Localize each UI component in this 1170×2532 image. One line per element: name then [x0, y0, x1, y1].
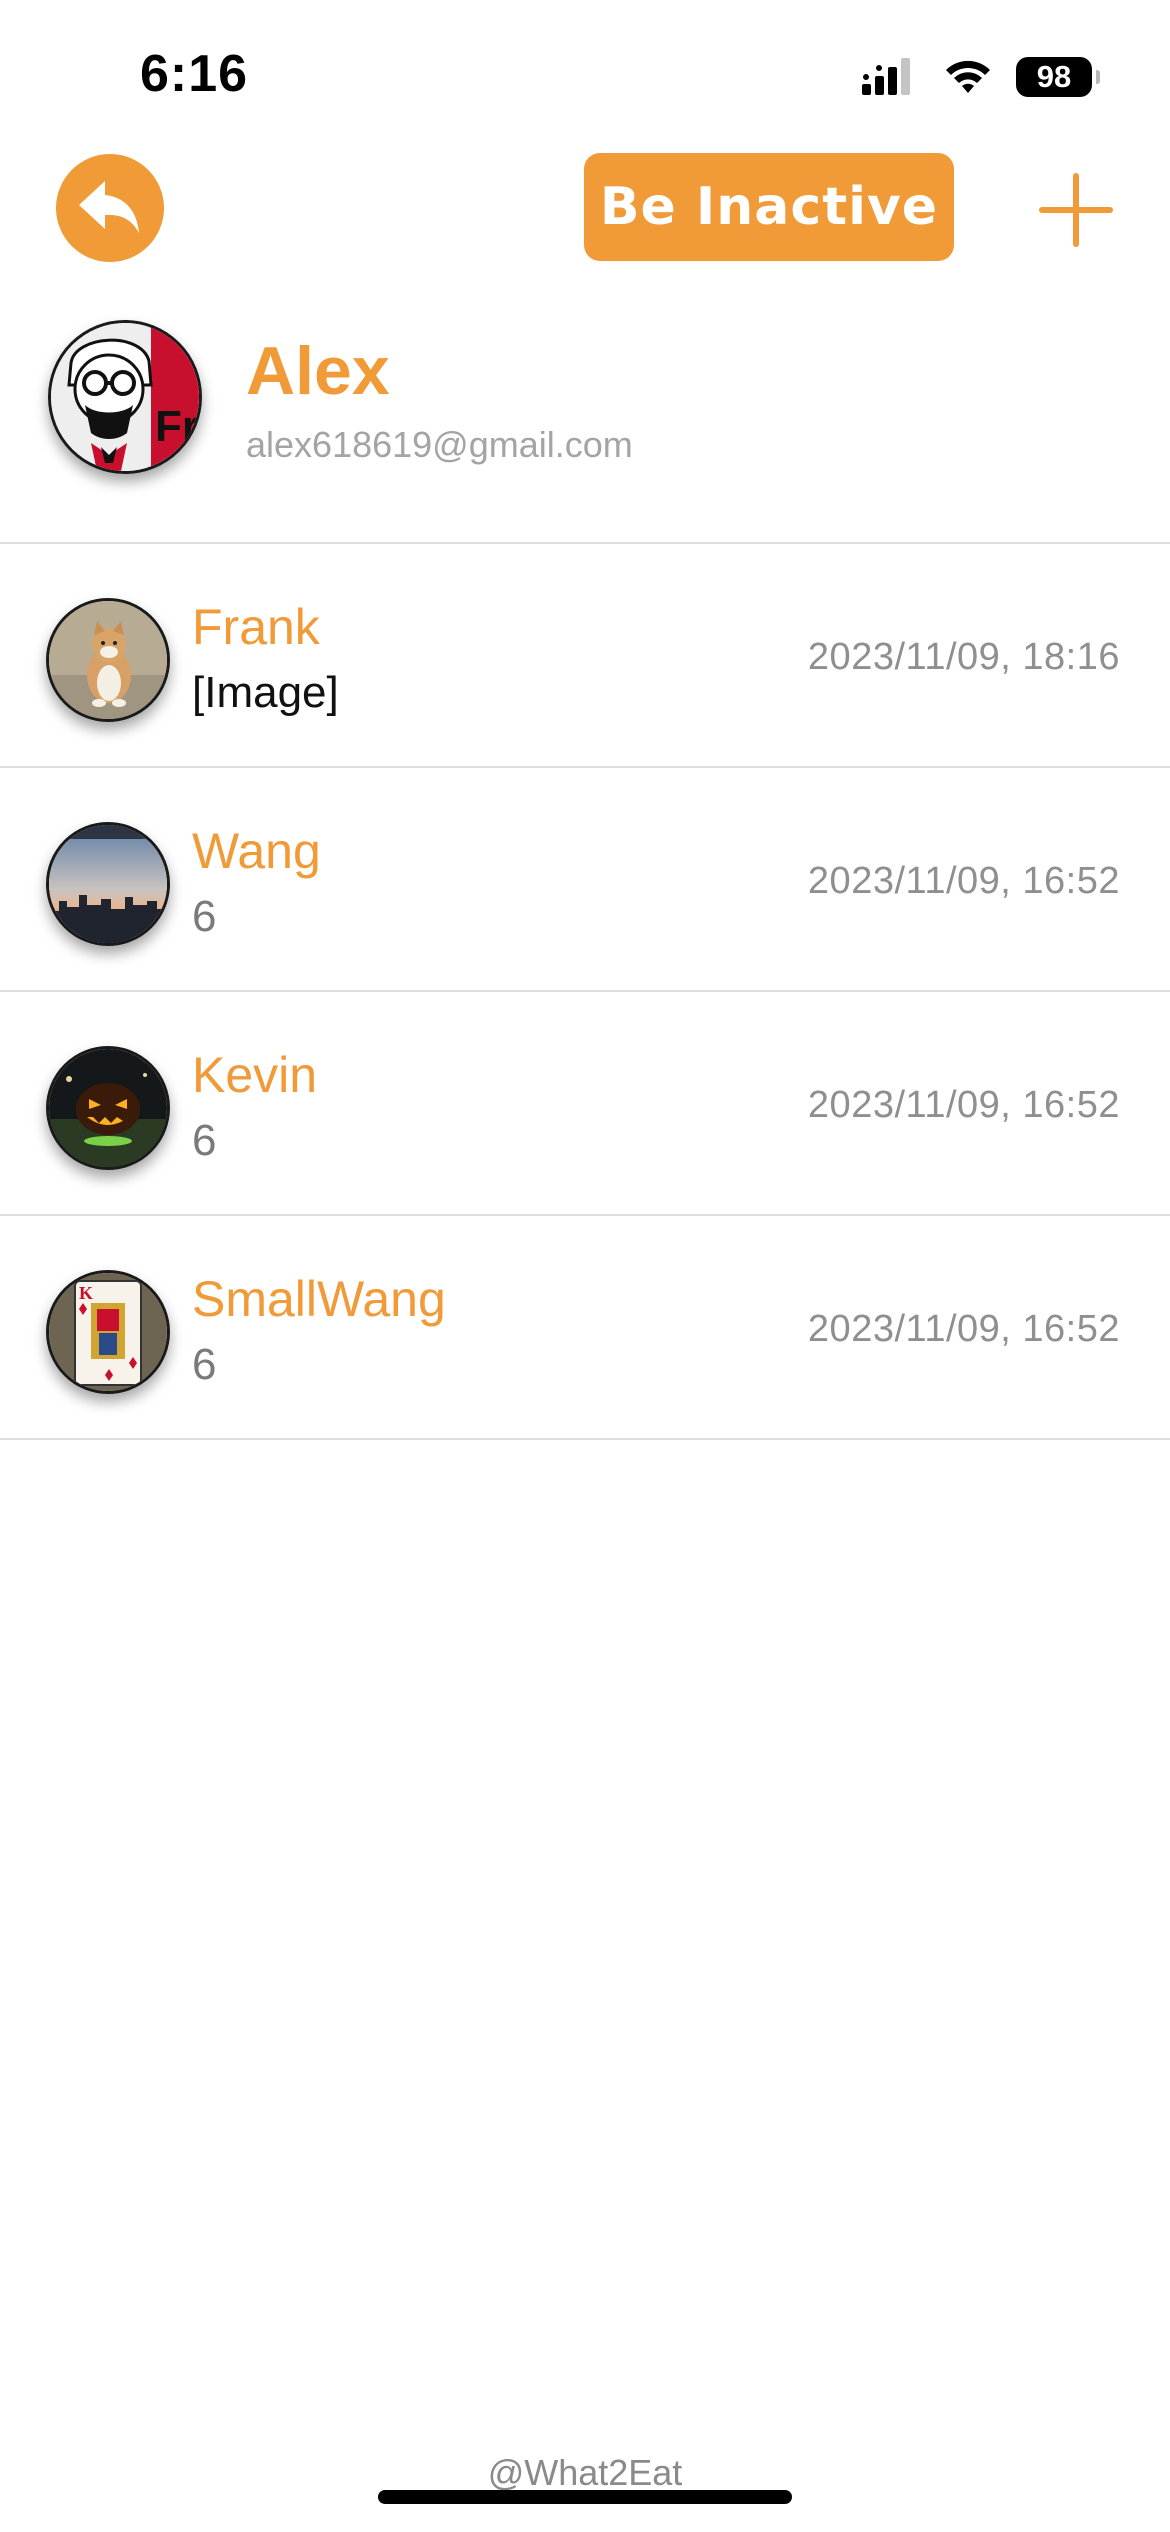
chat-row-kevin[interactable]: Kevin 6 2023/11/09, 16:52	[0, 992, 1170, 1216]
chat-row-smallwang[interactable]: K SmallWang 6 2023/11/09, 16:52	[0, 1216, 1170, 1440]
chat-row-frank[interactable]: Frank [Image] 2023/11/09, 18:16	[0, 544, 1170, 768]
chat-preview: 6	[192, 892, 217, 941]
status-time: 6:16	[140, 45, 249, 103]
status-icons: 98	[862, 52, 1100, 102]
playing-card-avatar: K	[49, 1273, 167, 1391]
footer-credit: @What2Eat	[487, 2452, 683, 2493]
profile-name: Alex	[246, 333, 390, 409]
add-button[interactable]	[1036, 170, 1116, 250]
profile-email: alex618619@gmail.com	[246, 424, 633, 465]
cellular-signal-icon	[862, 58, 910, 95]
chat-name: Wang	[192, 823, 321, 879]
svg-text:K: K	[79, 1283, 93, 1303]
battery-level: 98	[1036, 59, 1072, 94]
status-bar: 6:16 98	[0, 0, 1170, 150]
chat-avatar: K	[46, 1270, 170, 1394]
chat-name: Frank	[192, 599, 320, 655]
chat-name: SmallWang	[192, 1271, 446, 1327]
back-arrow-icon	[79, 181, 139, 233]
back-button[interactable]	[56, 154, 164, 262]
plus-icon	[1039, 173, 1113, 247]
chat-preview: [Image]	[192, 668, 339, 717]
cat-avatar	[49, 601, 167, 719]
chat-timestamp: 2023/11/09, 16:52	[807, 1308, 1120, 1350]
be-inactive-label: Be Inactive	[599, 177, 939, 237]
battery-cap	[1096, 70, 1100, 84]
chat-avatar	[46, 822, 170, 946]
chat-name: Kevin	[192, 1047, 318, 1103]
home-indicator[interactable]	[378, 2490, 792, 2504]
be-inactive-button[interactable]: Be Inactive	[584, 153, 954, 261]
battery-icon: 98	[1016, 57, 1100, 97]
pumpkin-avatar	[49, 1049, 167, 1167]
chat-timestamp: 2023/11/09, 16:52	[807, 860, 1120, 902]
chat-timestamp: 2023/11/09, 18:16	[807, 636, 1120, 678]
profile-header: Fr Alex alex618619@gmail.com	[0, 310, 1170, 544]
chat-preview: 6	[192, 1116, 217, 1165]
wifi-icon	[946, 60, 990, 93]
profile-avatar[interactable]: Fr	[48, 320, 202, 474]
chat-list: Frank [Image] 2023/11/09, 18:16 Wang 6 2…	[0, 544, 1170, 1440]
chat-avatar	[46, 598, 170, 722]
svg-text:Fr: Fr	[155, 402, 199, 451]
city-skyline-avatar	[49, 825, 167, 943]
kfc-colonel-avatar: Fr	[51, 323, 199, 471]
chat-timestamp: 2023/11/09, 16:52	[807, 1084, 1120, 1126]
chat-row-wang[interactable]: Wang 6 2023/11/09, 16:52	[0, 768, 1170, 992]
chat-preview: 6	[192, 1340, 217, 1389]
chat-avatar	[46, 1046, 170, 1170]
